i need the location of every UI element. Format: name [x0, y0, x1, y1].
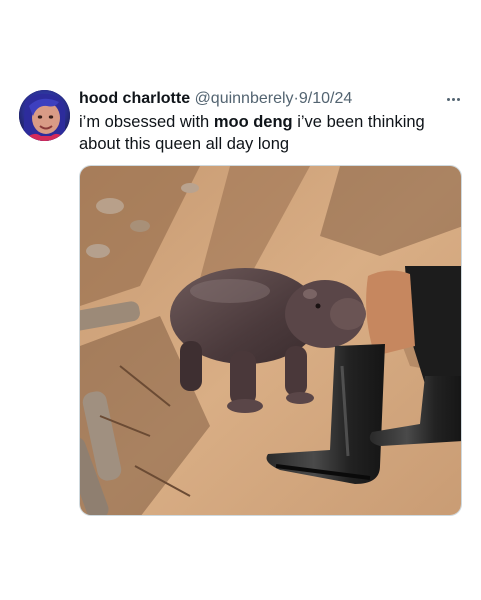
tweet-date[interactable]: 9/10/24 [299, 90, 352, 107]
author-handle[interactable]: @quinnberely [195, 90, 294, 107]
more-dot [446, 97, 450, 101]
avatar-photo [19, 90, 70, 141]
hippo-photo [80, 166, 461, 515]
more-dot [456, 97, 460, 101]
tweet-text: i’m obsessed with moo deng i’ve been thi… [79, 111, 464, 155]
tweet-card: hood charlotte @quinnberely·9/10/24 i’m … [0, 0, 481, 600]
tweet-text-bold: moo deng [213, 113, 293, 131]
more-dot [451, 97, 455, 101]
tweet-header: hood charlotte @quinnberely·9/10/24 [79, 88, 352, 110]
tweet-text-start: i’m obsessed with [79, 113, 214, 131]
tweet-media-photo[interactable] [79, 165, 462, 516]
author-avatar[interactable] [19, 90, 70, 141]
author-display-name[interactable]: hood charlotte [79, 90, 190, 107]
more-options-icon[interactable] [441, 90, 465, 108]
